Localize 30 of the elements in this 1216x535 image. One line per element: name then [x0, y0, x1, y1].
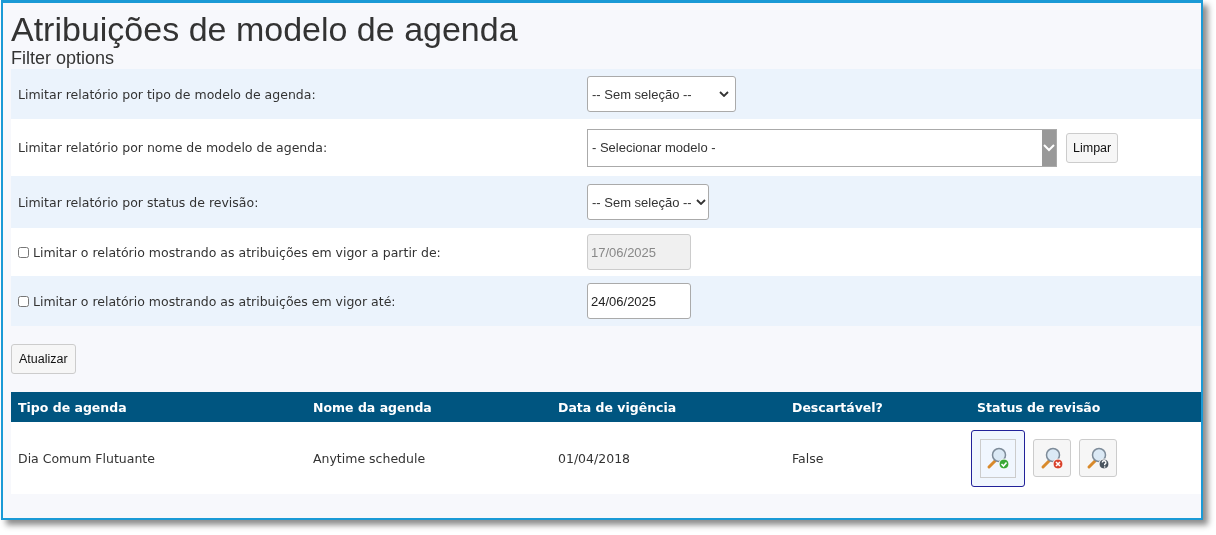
table-cell-text: Anytime schedule: [312, 450, 427, 466]
chevron-down-icon: [1043, 143, 1055, 152]
dropdown[interactable]: -- Sem seleção --: [587, 76, 736, 112]
column-header: Tipo de agenda: [17, 399, 128, 415]
filter-label: Limitar relatório por tipo de modelo de agenda:: [18, 86, 316, 102]
clear-button[interactable]: Limpar: [1066, 132, 1119, 163]
section-title: Filter options: [11, 48, 116, 69]
table-cell-text: Dia Comum Flutuante: [17, 450, 156, 466]
filter-label: Limitar o relatório mostrando as atribuições em vigor a partir de:: [33, 244, 441, 260]
column-header: Nome da agenda: [312, 399, 433, 415]
date-field[interactable]: 24/06/2025: [587, 283, 691, 319]
chevron-down-icon: [719, 91, 729, 97]
table-cell-text: 01/04/2018: [557, 450, 632, 466]
page-title: Atribuições de modelo de agenda: [11, 9, 519, 49]
chevron-down-icon: [696, 199, 706, 205]
filter-label: Limitar relatório por status de revisão:: [18, 194, 259, 210]
update-button[interactable]: Atualizar: [11, 344, 76, 374]
checkbox[interactable]: [18, 295, 29, 307]
magnifier-approved-icon: [986, 446, 1010, 470]
filter-label: Limitar o relatório mostrando as atribuições em vigor até:: [33, 293, 396, 309]
review-status-button[interactable]: [971, 429, 1025, 487]
column-header: Data de vigência: [557, 399, 678, 415]
dropdown[interactable]: - Selecionar modelo -: [587, 128, 1057, 167]
filter-label: Limitar relatório por nome de modelo de agenda:: [18, 140, 328, 155]
column-header: Status de revisão: [976, 399, 1102, 415]
magnifier-unknown-icon: [1086, 446, 1110, 470]
dropdown[interactable]: -- Sem seleção --: [587, 184, 709, 220]
magnifier-rejected-icon: [1040, 446, 1064, 470]
column-header: Descartável?: [791, 399, 884, 415]
table-cell-text: False: [791, 450, 825, 466]
